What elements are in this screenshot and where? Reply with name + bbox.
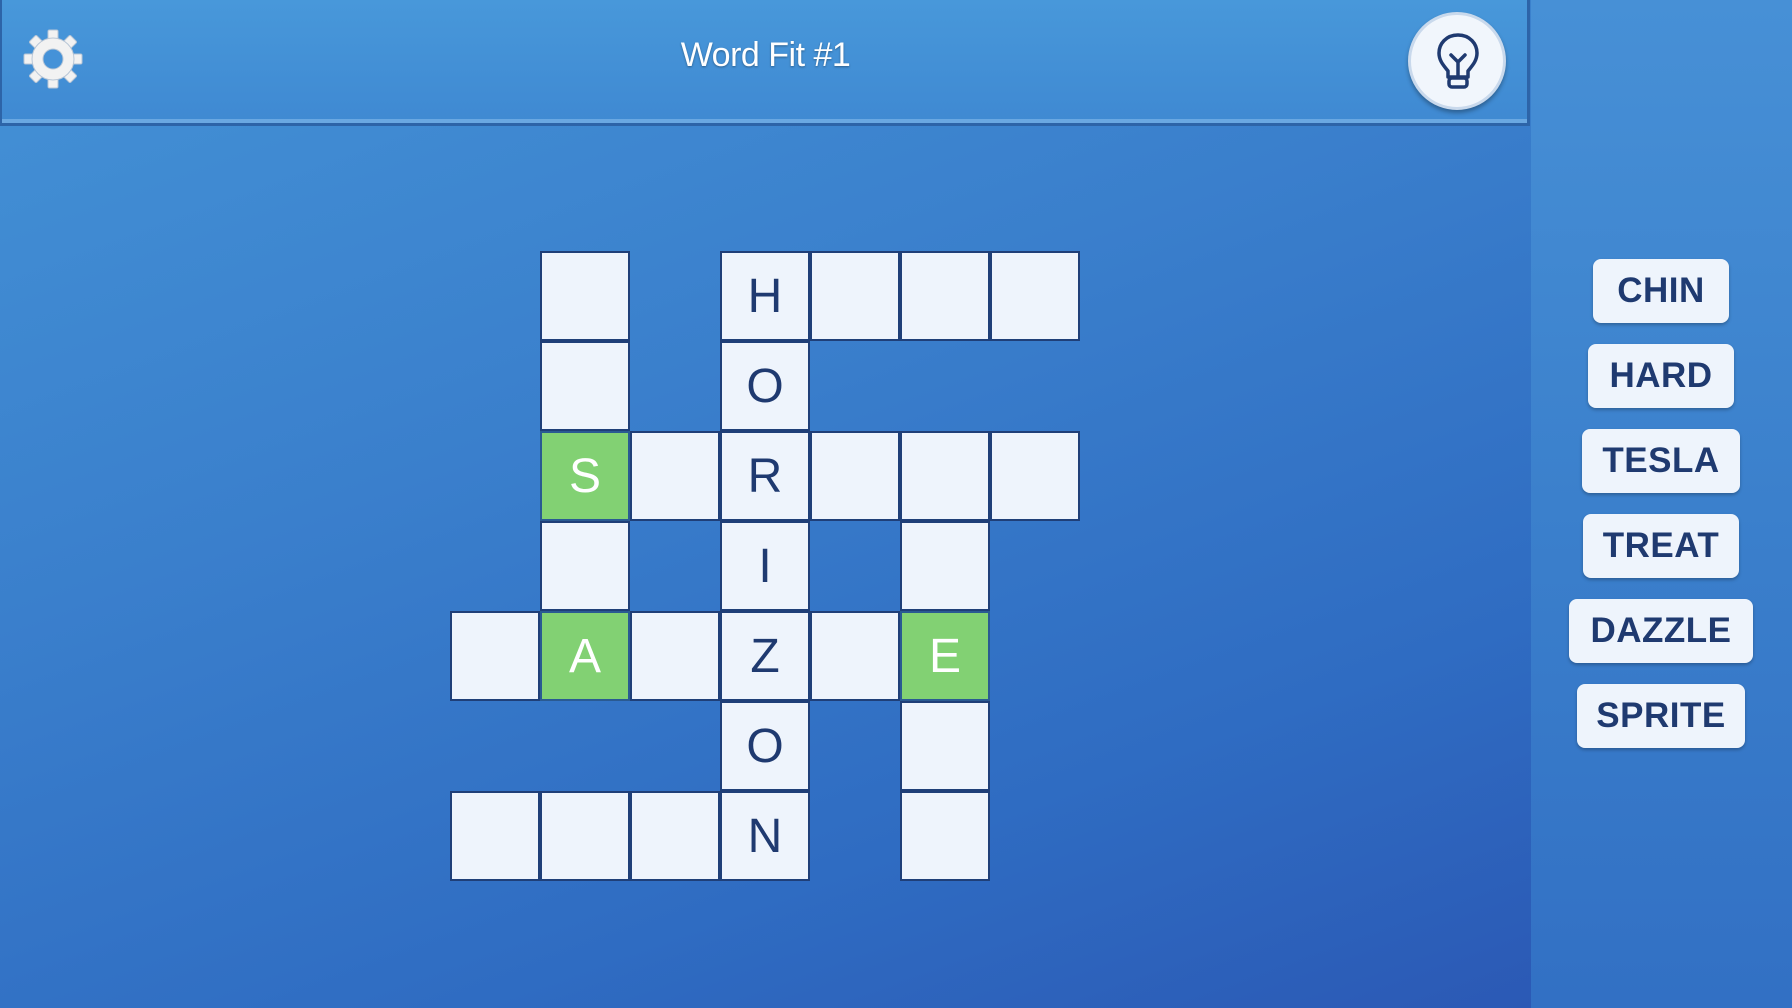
- word-bank: CHIN HARD TESLA TREAT DAZZLE SPRITE: [1531, 0, 1792, 1008]
- word-chip-sprite[interactable]: SPRITE: [1577, 684, 1745, 748]
- grid-cell[interactable]: [540, 341, 630, 431]
- grid-cell[interactable]: [540, 521, 630, 611]
- grid-cell[interactable]: [900, 251, 990, 341]
- grid-cell[interactable]: [450, 611, 540, 701]
- grid-cell[interactable]: R: [720, 431, 810, 521]
- grid-cell[interactable]: [900, 521, 990, 611]
- grid-cell[interactable]: [810, 251, 900, 341]
- grid-cell[interactable]: O: [720, 341, 810, 431]
- grid-cell[interactable]: E: [900, 611, 990, 701]
- grid-cell[interactable]: H: [720, 251, 810, 341]
- grid-cell[interactable]: [900, 791, 990, 881]
- word-chip-treat[interactable]: TREAT: [1583, 514, 1739, 578]
- grid-cell[interactable]: [630, 791, 720, 881]
- grid-cell[interactable]: N: [720, 791, 810, 881]
- word-chip-dazzle[interactable]: DAZZLE: [1569, 599, 1753, 663]
- grid-cell[interactable]: O: [720, 701, 810, 791]
- word-chip-chin[interactable]: CHIN: [1593, 259, 1729, 323]
- grid-cell[interactable]: S: [540, 431, 630, 521]
- grid-cell[interactable]: [630, 431, 720, 521]
- grid-cell[interactable]: Z: [720, 611, 810, 701]
- header-edge-right: [1527, 0, 1530, 126]
- word-chip-hard[interactable]: HARD: [1588, 344, 1734, 408]
- grid-cell[interactable]: [990, 431, 1080, 521]
- header-bar: Word Fit #1: [2, 0, 1529, 126]
- grid-cell[interactable]: [540, 251, 630, 341]
- grid-cell[interactable]: [990, 251, 1080, 341]
- grid-cell[interactable]: I: [720, 521, 810, 611]
- grid-cell[interactable]: [450, 791, 540, 881]
- grid-cell[interactable]: [900, 701, 990, 791]
- grid-cell[interactable]: [630, 611, 720, 701]
- word-chip-tesla[interactable]: TESLA: [1582, 429, 1740, 493]
- grid-cell[interactable]: [540, 791, 630, 881]
- grid-cell[interactable]: A: [540, 611, 630, 701]
- hint-button[interactable]: [1408, 12, 1506, 110]
- grid-cell[interactable]: [900, 431, 990, 521]
- grid-cell[interactable]: [810, 431, 900, 521]
- grid-cell[interactable]: [810, 611, 900, 701]
- crossword-grid: HOSRIAZEON: [450, 251, 1083, 884]
- lightbulb-icon: [1437, 33, 1479, 89]
- page-title: Word Fit #1: [680, 36, 851, 74]
- header-edge-left: [0, 0, 2, 126]
